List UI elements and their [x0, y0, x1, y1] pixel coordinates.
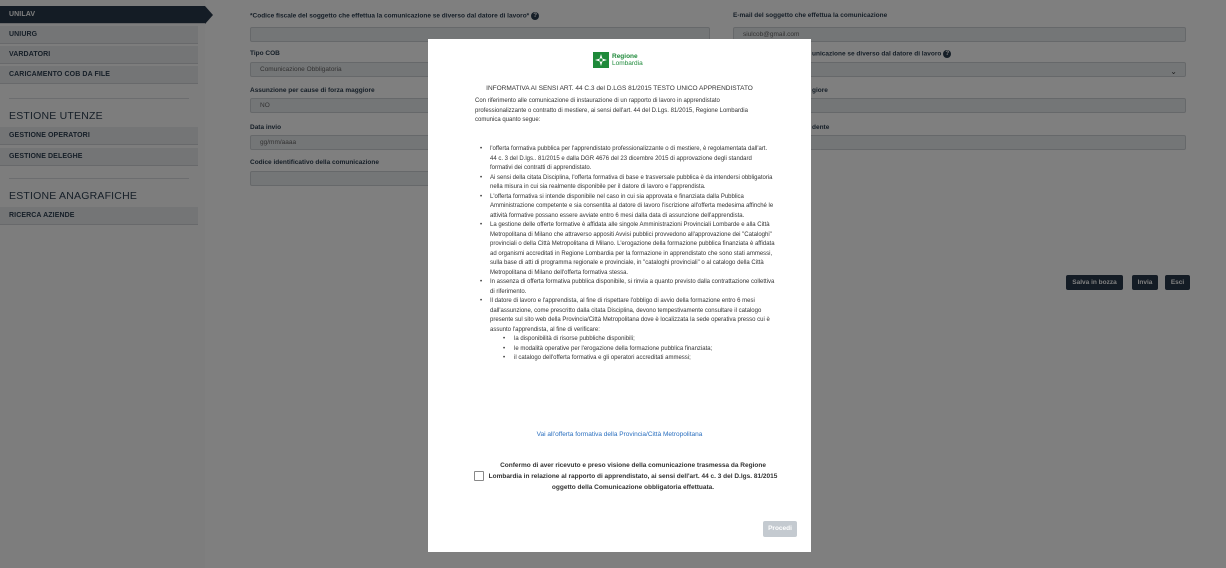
sub-list-item: la disponibilità di risorse pubbliche di…	[490, 335, 775, 345]
modal-title: INFORMATIVA AI SENSI ART. 44 C.3 del D.L…	[486, 85, 753, 92]
offerta-formativa-link[interactable]: Vai all'offerta formativa della Provinci…	[428, 431, 811, 438]
list-item: La gestione delle offerte formative è af…	[475, 221, 775, 278]
logo-mark	[593, 52, 609, 68]
modal-intro: Con riferimento alle comunicazione di in…	[475, 98, 748, 123]
informativa-modal: Regione Lombardia INFORMATIVA AI SENSI A…	[428, 39, 811, 552]
confirm-label: Confermo di aver ricevuto e preso vision…	[488, 462, 778, 491]
sub-list-item: le modalità operative per l'erogazione d…	[490, 345, 775, 355]
list-item: Ai sensi della citata Disciplina, l'offe…	[475, 174, 775, 193]
regione-lombardia-logo: Regione Lombardia	[593, 52, 653, 68]
list-item: Il datore di lavoro e l'apprendista, al …	[475, 297, 775, 364]
informativa-list: l'offerta formativa pubblica per l'appre…	[475, 145, 775, 364]
logo-text: Regione Lombardia	[612, 53, 643, 67]
proceed-button[interactable]: Procedi	[763, 521, 797, 537]
sub-list: la disponibilità di risorse pubbliche di…	[490, 335, 775, 364]
sub-list-item: il catalogo dell'offerta formativa e gli…	[490, 354, 775, 364]
list-item: l'offerta formativa pubblica per l'appre…	[475, 145, 775, 174]
list-item: L'offerta formativa si intende disponibi…	[475, 193, 775, 222]
list-item: In assenza di offerta formativa pubblica…	[475, 278, 775, 297]
confirm-checkbox[interactable]	[474, 471, 484, 481]
